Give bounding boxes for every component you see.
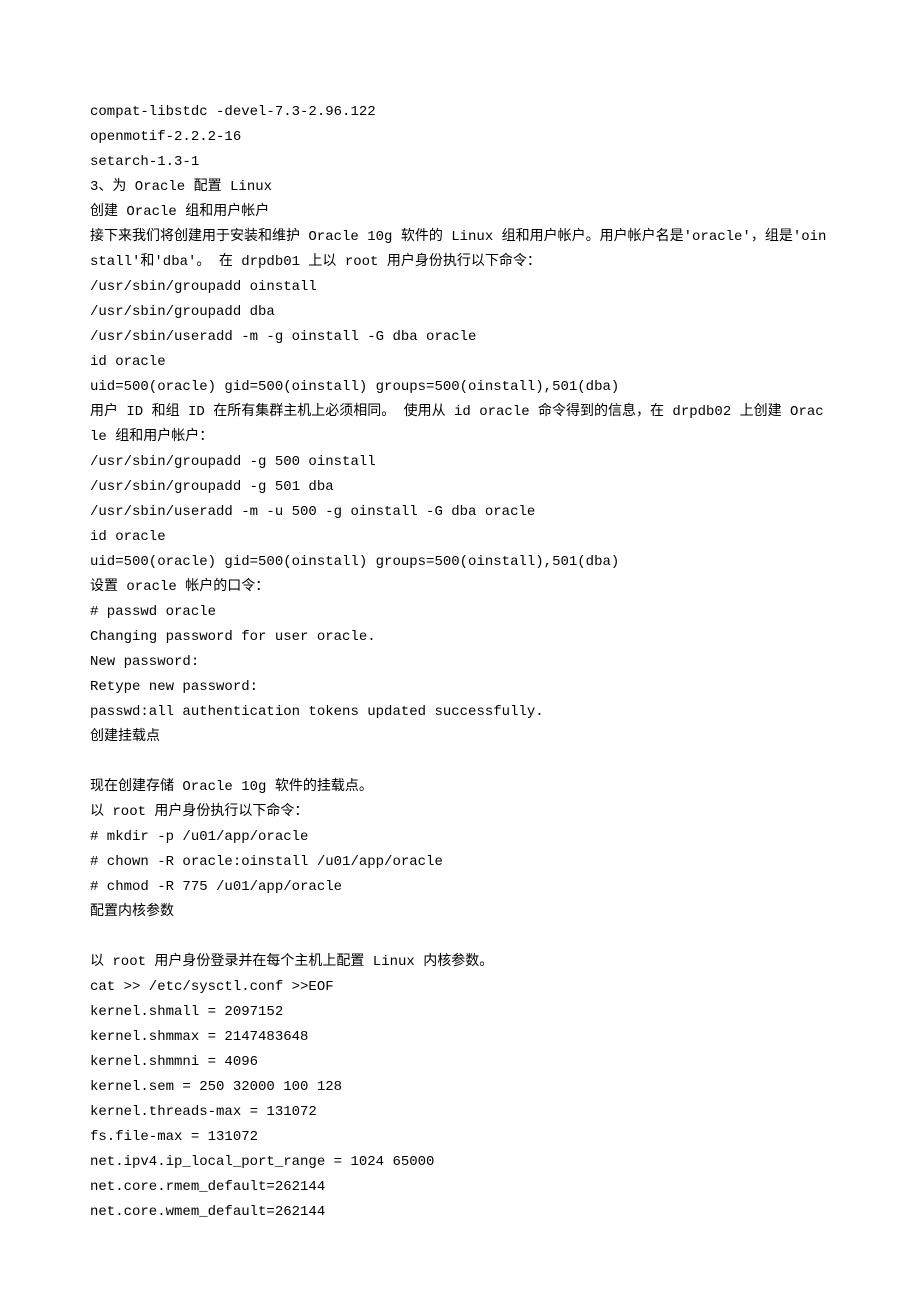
text-line: 3、为 Oracle 配置 Linux bbox=[90, 175, 830, 200]
text-line: # passwd oracle bbox=[90, 600, 830, 625]
text-line: 接下来我们将创建用于安装和维护 Oracle 10g 软件的 Linux 组和用… bbox=[90, 225, 830, 275]
text-line: uid=500(oracle) gid=500(oinstall) groups… bbox=[90, 550, 830, 575]
text-line: kernel.shmmni = 4096 bbox=[90, 1050, 830, 1075]
text-line: /usr/sbin/useradd -m -g oinstall -G dba … bbox=[90, 325, 830, 350]
text-line: cat >> /etc/sysctl.conf >>EOF bbox=[90, 975, 830, 1000]
text-line: openmotif-2.2.2-16 bbox=[90, 125, 830, 150]
text-line: /usr/sbin/useradd -m -u 500 -g oinstall … bbox=[90, 500, 830, 525]
text-line: 用户 ID 和组 ID 在所有集群主机上必须相同。 使用从 id oracle … bbox=[90, 400, 830, 450]
text-line: kernel.sem = 250 32000 100 128 bbox=[90, 1075, 830, 1100]
text-line: Retype new password: bbox=[90, 675, 830, 700]
text-line: 创建挂载点 bbox=[90, 725, 830, 750]
text-line: kernel.shmall = 2097152 bbox=[90, 1000, 830, 1025]
text-line: # mkdir -p /u01/app/oracle bbox=[90, 825, 830, 850]
text-line: /usr/sbin/groupadd -g 500 oinstall bbox=[90, 450, 830, 475]
text-line: 设置 oracle 帐户的口令： bbox=[90, 575, 830, 600]
text-line: 创建 Oracle 组和用户帐户 bbox=[90, 200, 830, 225]
text-line: 以 root 用户身份执行以下命令： bbox=[90, 800, 830, 825]
blank-line bbox=[90, 925, 830, 950]
text-line: fs.file-max = 131072 bbox=[90, 1125, 830, 1150]
text-line: id oracle bbox=[90, 350, 830, 375]
blank-line bbox=[90, 750, 830, 775]
text-line: id oracle bbox=[90, 525, 830, 550]
text-line: # chmod -R 775 /u01/app/oracle bbox=[90, 875, 830, 900]
text-line: uid=500(oracle) gid=500(oinstall) groups… bbox=[90, 375, 830, 400]
text-line: kernel.threads-max = 131072 bbox=[90, 1100, 830, 1125]
text-line: /usr/sbin/groupadd dba bbox=[90, 300, 830, 325]
text-line: 以 root 用户身份登录并在每个主机上配置 Linux 内核参数。 bbox=[90, 950, 830, 975]
text-line: /usr/sbin/groupadd oinstall bbox=[90, 275, 830, 300]
text-line: passwd:all authentication tokens updated… bbox=[90, 700, 830, 725]
document-content: compat-libstdc -devel-7.3-2.96.122openmo… bbox=[90, 100, 830, 1225]
text-line: # chown -R oracle:oinstall /u01/app/orac… bbox=[90, 850, 830, 875]
text-line: /usr/sbin/groupadd -g 501 dba bbox=[90, 475, 830, 500]
text-line: setarch-1.3-1 bbox=[90, 150, 830, 175]
text-line: net.core.wmem_default=262144 bbox=[90, 1200, 830, 1225]
text-line: compat-libstdc -devel-7.3-2.96.122 bbox=[90, 100, 830, 125]
document-page: compat-libstdc -devel-7.3-2.96.122openmo… bbox=[0, 0, 920, 1285]
text-line: net.ipv4.ip_local_port_range = 1024 6500… bbox=[90, 1150, 830, 1175]
text-line: Changing password for user oracle. bbox=[90, 625, 830, 650]
text-line: net.core.rmem_default=262144 bbox=[90, 1175, 830, 1200]
text-line: kernel.shmmax = 2147483648 bbox=[90, 1025, 830, 1050]
text-line: 配置内核参数 bbox=[90, 900, 830, 925]
text-line: 现在创建存储 Oracle 10g 软件的挂载点。 bbox=[90, 775, 830, 800]
text-line: New password: bbox=[90, 650, 830, 675]
